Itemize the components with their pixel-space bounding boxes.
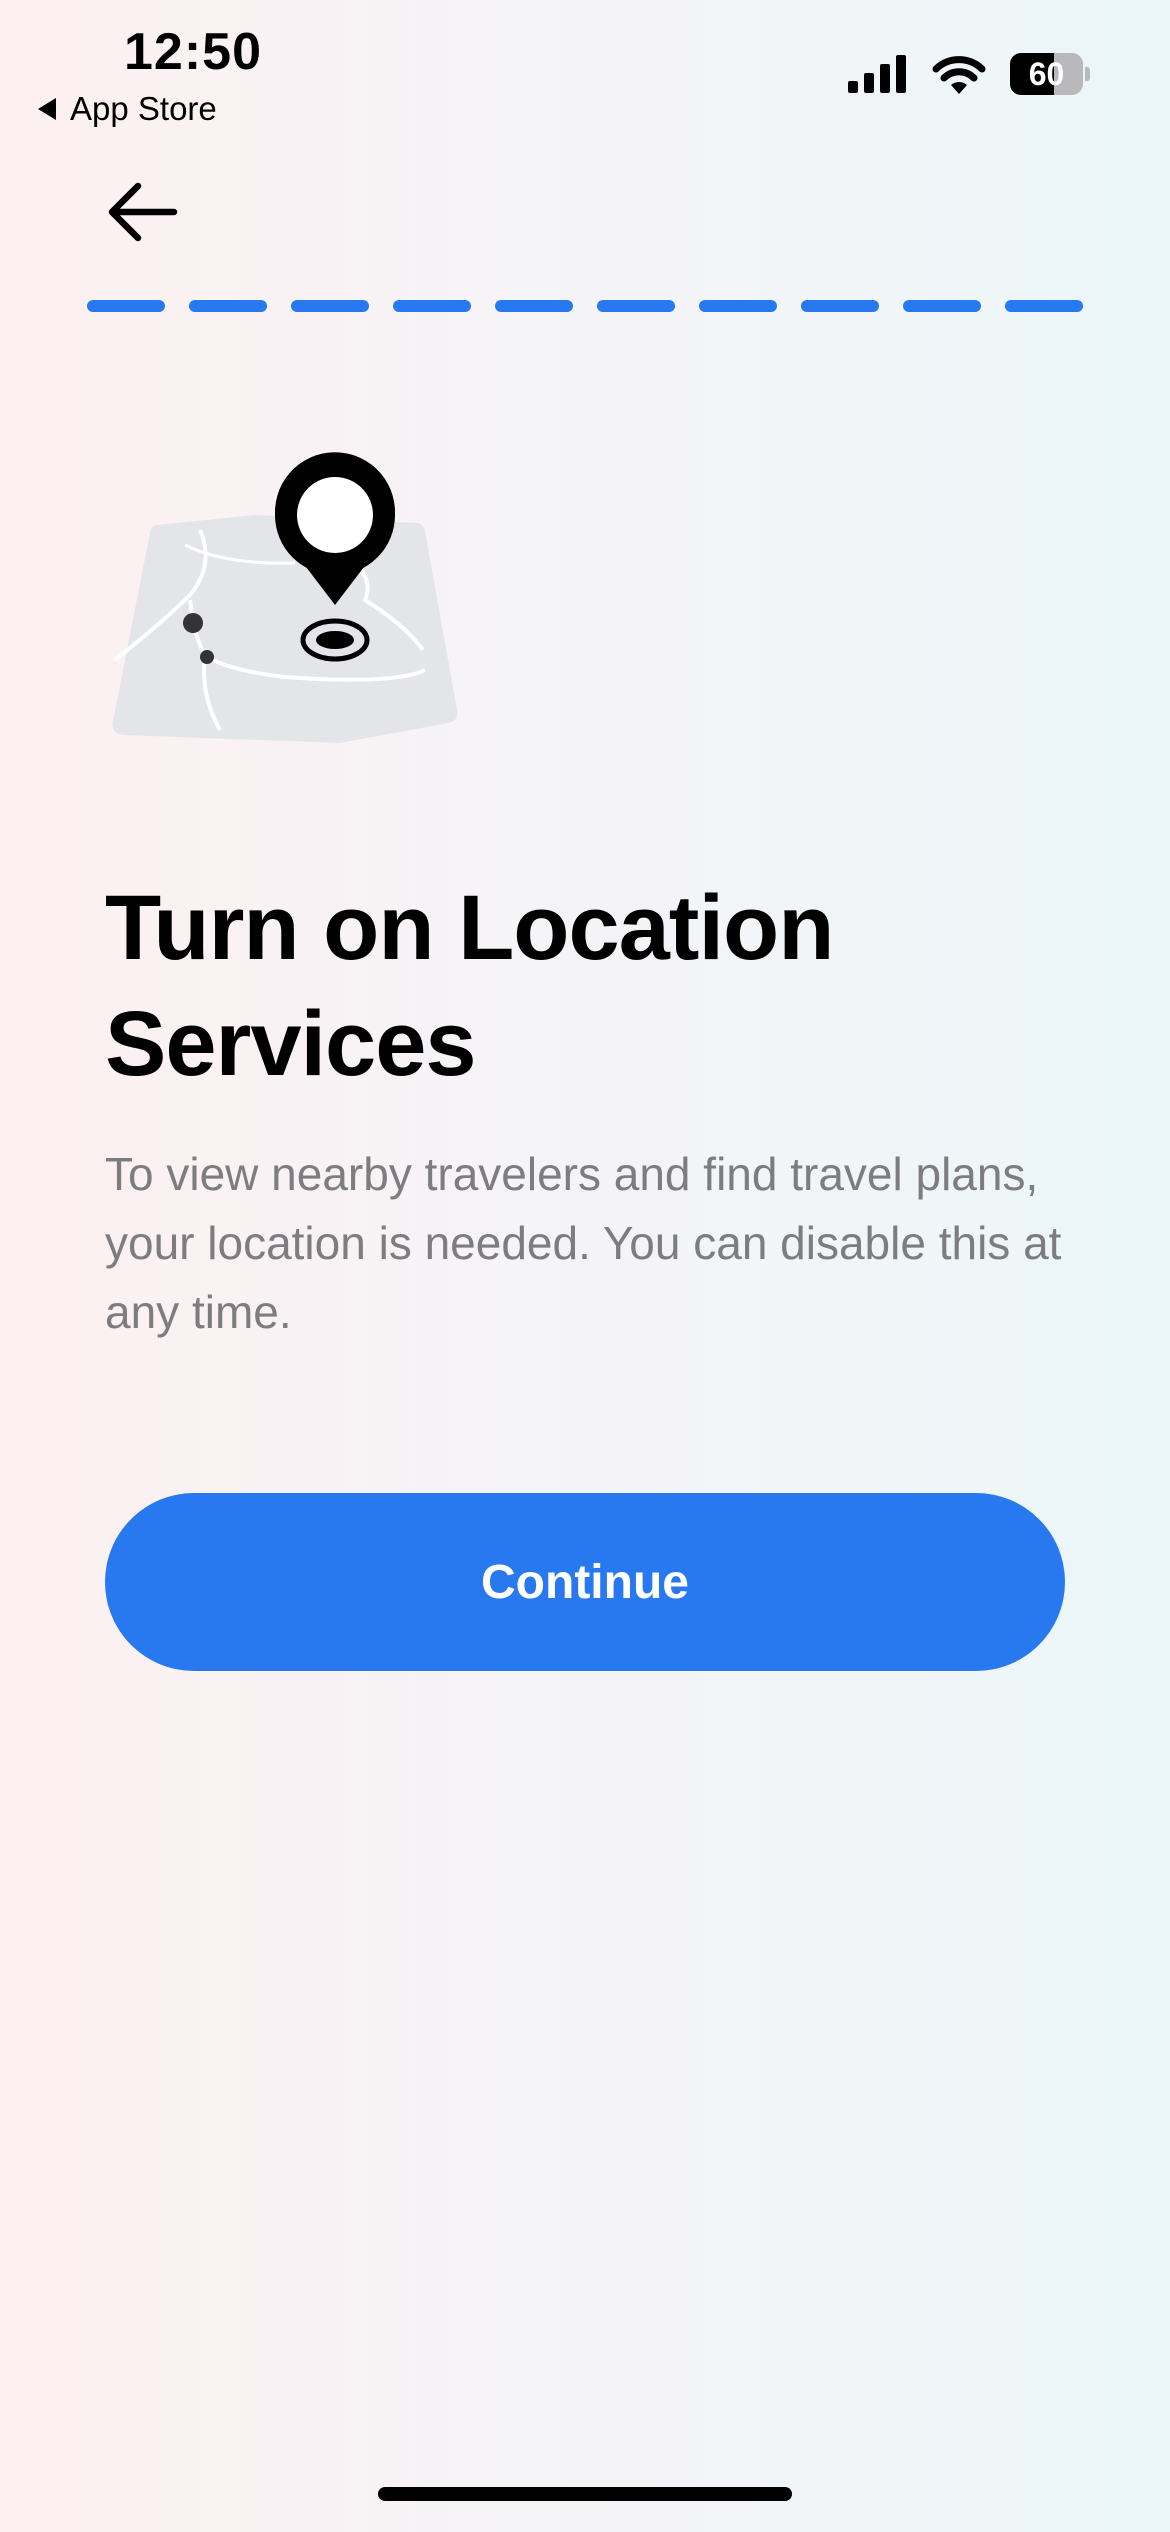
- status-bar: 12:50 App Store 60: [0, 0, 1170, 150]
- battery-indicator: 60: [1010, 52, 1090, 96]
- page-description: To view nearby travelers and find travel…: [105, 1148, 1062, 1338]
- battery-body: 60: [1010, 53, 1084, 95]
- continue-button[interactable]: Continue: [105, 1493, 1065, 1671]
- battery-level-text: 60: [1028, 55, 1065, 92]
- progress-step: [699, 300, 777, 312]
- progress-step: [87, 300, 165, 312]
- progress-step: [597, 300, 675, 312]
- wifi-icon: [932, 56, 986, 94]
- map-location-pin-icon: [112, 452, 458, 743]
- battery-cap: [1085, 67, 1090, 81]
- progress-step: [291, 300, 369, 312]
- back-to-app-label: App Store: [70, 90, 217, 127]
- onboarding-progress: [87, 300, 1083, 312]
- home-indicator[interactable]: [378, 2487, 792, 2501]
- progress-step: [1005, 300, 1083, 312]
- progress-step: [393, 300, 471, 312]
- page-title: Turn on Location Services: [105, 877, 834, 1095]
- status-time: 12:50: [124, 23, 262, 81]
- back-arrow-icon[interactable]: [104, 180, 180, 244]
- progress-step: [495, 300, 573, 312]
- status-icons: 60: [848, 52, 1090, 96]
- cellular-signal-icon: [848, 55, 906, 93]
- progress-step: [189, 300, 267, 312]
- back-to-app-store[interactable]: App Store: [38, 90, 217, 128]
- back-triangle-icon: [38, 98, 56, 120]
- progress-step: [801, 300, 879, 312]
- progress-step: [903, 300, 981, 312]
